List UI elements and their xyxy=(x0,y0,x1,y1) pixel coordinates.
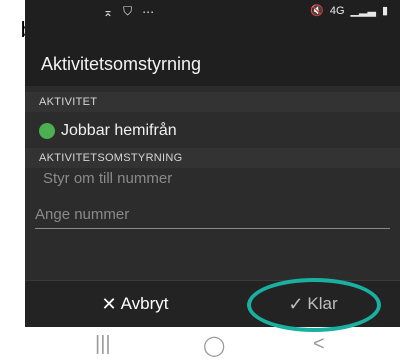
check-icon: ✓ xyxy=(288,293,304,314)
done-button[interactable]: ✓ Klar xyxy=(253,289,373,319)
page-title: Aktivitetsomstyrning xyxy=(41,54,202,74)
activity-row[interactable]: Jobbar hemifrån xyxy=(39,122,177,140)
redirect-section-header: AKTIVITETSOMSTYRNING xyxy=(25,148,400,168)
done-label: Klar xyxy=(307,294,338,313)
number-input[interactable] xyxy=(35,202,390,226)
mute-icon: 🔇 xyxy=(310,5,324,17)
network-type: 4G xyxy=(329,4,345,17)
more-dots-icon: ⋯ xyxy=(142,4,155,19)
activity-value: Jobbar hemifrån xyxy=(61,122,177,139)
signal-icon: ▁▂▃ xyxy=(350,5,376,17)
home-icon[interactable]: ◯ xyxy=(203,333,225,358)
cancel-label: Avbryt xyxy=(120,294,169,313)
redirect-hint: Styr om till nummer xyxy=(43,170,173,187)
close-icon: ✕ xyxy=(101,293,117,314)
android-nav-bar: ||| ◯ < xyxy=(25,327,400,362)
redirect-section-label: AKTIVITETSOMSTYRNING xyxy=(39,152,183,164)
battery-icon: ▮ xyxy=(381,5,388,17)
status-left-icons: ⌅ ⛉ ⋯ xyxy=(103,4,154,19)
status-right-icons: 🔇 4G ▁▂▃ ▮ xyxy=(310,4,388,18)
status-dot-icon xyxy=(39,123,55,139)
status-bar: ⌅ ⛉ ⋯ 🔇 4G ▁▂▃ ▮ xyxy=(25,0,400,36)
shield-icon: ⛉ xyxy=(123,4,133,18)
recent-apps-icon[interactable]: ||| xyxy=(95,333,111,356)
content-area: AKTIVITET Jobbar hemifrån AKTIVITETSOMST… xyxy=(25,86,400,280)
number-field[interactable] xyxy=(35,202,390,229)
notification-icon: ⌅ xyxy=(103,4,114,19)
activity-section-label: AKTIVITET xyxy=(39,96,98,108)
title-bar: Aktivitetsomstyrning xyxy=(25,44,400,84)
phone-screen: ⌅ ⛉ ⋯ 🔇 4G ▁▂▃ ▮ Aktivitetsomstyrning AK… xyxy=(25,0,400,362)
cancel-button[interactable]: ✕ Avbryt xyxy=(80,289,190,319)
activity-section-header: AKTIVITET xyxy=(25,92,400,112)
dialog-footer: ✕ Avbryt ✓ Klar xyxy=(25,280,400,327)
back-icon[interactable]: < xyxy=(313,333,325,356)
